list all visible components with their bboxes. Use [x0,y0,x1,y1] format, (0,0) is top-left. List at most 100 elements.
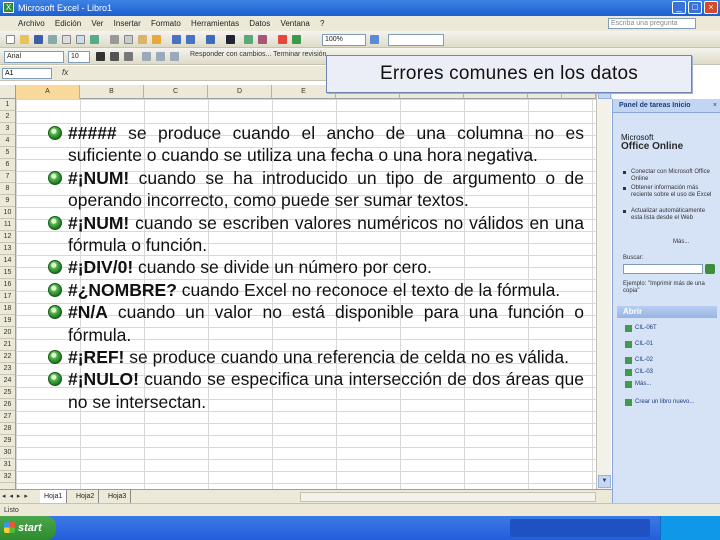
row-header[interactable]: 22 [0,351,15,363]
office-search-input[interactable] [623,264,703,274]
row-header[interactable]: 1 [0,99,15,111]
save-icon[interactable] [34,35,43,44]
task-pane-link[interactable]: Obtener información más reciente sobre e… [631,185,713,199]
sheet-tab-hoja2[interactable]: Hoja2 [72,490,100,503]
undo-icon[interactable] [172,35,181,44]
align-right-icon[interactable] [170,52,179,61]
row-header[interactable]: 12 [0,231,15,243]
permission-icon[interactable] [48,35,57,44]
sheet-nav-arrows[interactable]: ◂ ◂ ▸ ▸ [2,490,29,503]
row-header[interactable]: 31 [0,459,15,471]
new-workbook-link[interactable]: Crear un libro nuevo... [625,399,711,406]
task-pane-link[interactable]: Actualizar automáticamente esta lista de… [631,208,713,222]
menu-archivo[interactable]: Archivo [14,16,49,31]
scroll-down-icon[interactable]: ▼ [598,475,611,488]
sheet-tab-hoja3[interactable]: Hoja3 [104,490,132,503]
font-select[interactable]: Arial [4,51,64,63]
bold-icon[interactable] [96,52,105,61]
more-files-link[interactable]: Más... [625,381,695,388]
row-header[interactable]: 6 [0,159,15,171]
zoom-select[interactable]: 100% [322,34,366,46]
open-icon[interactable] [20,35,29,44]
column-header[interactable]: D [208,85,272,99]
row-header[interactable]: 5 [0,147,15,159]
sheet-tab-hoja1[interactable]: Hoja1 [40,490,68,503]
format-painter-icon[interactable] [152,35,161,44]
menu-datos[interactable]: Datos [245,16,274,31]
row-header[interactable]: 14 [0,255,15,267]
close-pane-icon[interactable]: × [713,99,717,113]
row-header[interactable]: 21 [0,339,15,351]
recent-file[interactable]: CIL-01 [625,341,695,348]
sort-ascending-icon[interactable] [244,35,253,44]
recent-file[interactable]: CIL-06T [625,325,695,332]
row-header[interactable]: 26 [0,399,15,411]
recent-file[interactable]: CIL-03 [625,369,695,376]
horizontal-scrollbar[interactable] [300,492,596,502]
row-header[interactable]: 30 [0,447,15,459]
align-center-icon[interactable] [156,52,165,61]
print-icon[interactable] [62,35,71,44]
menu-edicion[interactable]: Edición [51,16,85,31]
close-button[interactable]: × [704,1,718,14]
row-header[interactable]: 15 [0,267,15,279]
row-header[interactable]: 16 [0,279,15,291]
column-header[interactable]: B [80,85,144,99]
row-header[interactable]: 2 [0,111,15,123]
row-header[interactable]: 29 [0,435,15,447]
row-header[interactable]: 11 [0,219,15,231]
row-header[interactable]: 18 [0,303,15,315]
search-go-icon[interactable] [705,264,715,274]
spelling-icon[interactable] [90,35,99,44]
row-header[interactable]: 23 [0,363,15,375]
row-header[interactable]: 10 [0,207,15,219]
row-header[interactable]: 32 [0,471,15,483]
paste-icon[interactable] [138,35,147,44]
row-header[interactable]: 24 [0,375,15,387]
row-header[interactable]: 9 [0,195,15,207]
column-header[interactable]: A [16,85,80,99]
chart-wizard-icon[interactable] [278,35,287,44]
menu-herramientas[interactable]: Herramientas [187,16,243,31]
help-question-input[interactable]: Escriba una pregunta [608,18,696,29]
taskbar-excel-item[interactable] [510,519,650,537]
column-header[interactable]: C [144,85,208,99]
italic-icon[interactable] [110,52,119,61]
row-header[interactable]: 3 [0,123,15,135]
menu-ventana[interactable]: Ventana [276,16,313,31]
row-header[interactable]: 28 [0,423,15,435]
minimize-button[interactable]: _ [672,1,686,14]
row-header[interactable]: 20 [0,327,15,339]
menu-insertar[interactable]: Insertar [110,16,145,31]
menu-ayuda[interactable]: ? [316,16,328,31]
row-header[interactable]: 25 [0,387,15,399]
sort-descending-icon[interactable] [258,35,267,44]
more-link[interactable]: Más... [673,239,713,246]
cut-icon[interactable] [110,35,119,44]
fx-icon[interactable]: fx [62,68,68,77]
task-pane-link[interactable]: Conectar con Microsoft Office Online [631,169,713,183]
row-header[interactable]: 19 [0,315,15,327]
print-preview-icon[interactable] [76,35,85,44]
row-header[interactable]: 17 [0,291,15,303]
autosum-icon[interactable] [226,35,235,44]
hyperlink-icon[interactable] [206,35,215,44]
drawing-icon[interactable] [292,35,301,44]
review-hint[interactable]: Responder con cambios... Terminar revisi… [190,51,326,58]
row-header[interactable]: 7 [0,171,15,183]
new-icon[interactable] [6,35,15,44]
row-header[interactable]: 13 [0,243,15,255]
vertical-scrollbar[interactable]: ▲ ▼ [596,85,611,489]
row-header[interactable]: 8 [0,183,15,195]
font-size-select[interactable]: 10 [68,51,90,63]
select-all-corner[interactable] [0,85,16,99]
name-box[interactable]: A1 [2,68,52,79]
start-button[interactable]: start [0,516,56,540]
review-select[interactable] [388,34,444,46]
row-header[interactable]: 4 [0,135,15,147]
copy-icon[interactable] [124,35,133,44]
maximize-button[interactable]: □ [688,1,702,14]
recent-file[interactable]: CIL-02 [625,357,695,364]
menu-ver[interactable]: Ver [87,16,107,31]
help-icon[interactable] [370,35,379,44]
